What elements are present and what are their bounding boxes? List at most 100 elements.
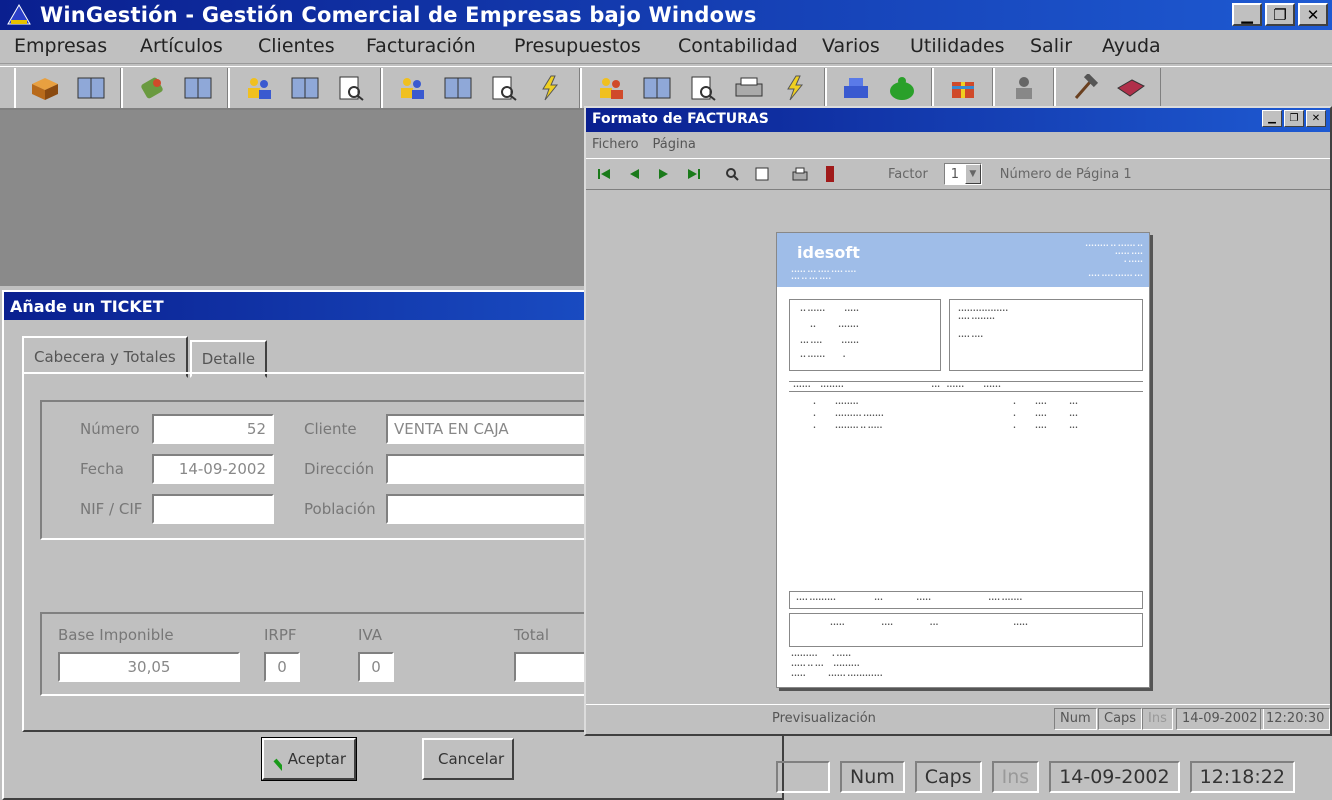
toolbar-wizard-button[interactable] (527, 69, 573, 107)
minimize-icon: ▁ (1241, 5, 1253, 24)
close-icon: ✕ (1311, 113, 1321, 124)
toolbar-book4-button[interactable] (435, 69, 481, 107)
page-icon (755, 167, 769, 181)
last-page-button[interactable] (682, 162, 706, 186)
menu-ayuda[interactable]: Ayuda (1102, 35, 1161, 57)
print-preview-button[interactable] (788, 162, 812, 186)
menu-presupuestos[interactable]: Presupuestos (514, 35, 641, 57)
menu-salir[interactable]: Salir (1030, 35, 1072, 57)
preview-menu-pagina[interactable]: Página (653, 137, 696, 153)
first-page-button[interactable] (592, 162, 616, 186)
toolbar-preview3-button[interactable] (680, 69, 726, 107)
cancel-button[interactable]: Cancelar (422, 738, 514, 780)
menu-facturacion[interactable]: Facturación (366, 35, 476, 57)
prev-page-button[interactable] (622, 162, 646, 186)
toolbar-utilidades-button[interactable] (1001, 69, 1047, 107)
status-date: 14-09-2002 (1049, 761, 1180, 793)
numero-field[interactable]: 52 (152, 414, 274, 444)
toolbar-wizard2-button[interactable] (772, 69, 818, 107)
invoice-totals-header: •••• ••••••••• ••• ••••• •••• ••••••• (789, 591, 1143, 609)
cash-register-icon (844, 77, 868, 98)
close-button[interactable]: ✕ (1298, 3, 1328, 26)
lightning-icon (787, 75, 804, 100)
status-empty-panel (776, 761, 830, 793)
toolbar-print-button[interactable] (726, 69, 772, 107)
numero-label: Número (80, 420, 140, 438)
hammer-icon (1074, 73, 1099, 99)
book-icon (444, 77, 472, 98)
preview-status-caps: Caps (1098, 708, 1143, 730)
iva-label: IVA (358, 626, 382, 644)
menu-empresas[interactable]: Empresas (14, 35, 107, 57)
book-icon (184, 77, 212, 98)
fecha-field[interactable]: 14-09-2002 (152, 454, 274, 484)
menu-articulos[interactable]: Artículos (140, 35, 223, 57)
window-title: WinGestión - Gestión Comercial de Empres… (40, 3, 757, 27)
page-view-button[interactable] (750, 162, 774, 186)
preview-title: Formato de FACTURAS (592, 111, 769, 127)
restore-button[interactable]: ❐ (1265, 3, 1295, 26)
base-imponible-label: Base Imponible (58, 626, 174, 644)
magnifier-icon (726, 168, 739, 181)
next-page-icon (659, 169, 668, 179)
toolbar-preview2-button[interactable] (481, 69, 527, 107)
fecha-label: Fecha (80, 460, 124, 478)
invoice-info-box: •• •••••• ••••• •• ••••••• ••• •••• ••••… (789, 299, 941, 371)
last-page-icon (688, 169, 700, 179)
nif-label: NIF / CIF (80, 500, 143, 518)
toolbar-empresa-button[interactable] (22, 69, 68, 107)
status-time: 12:18:22 (1189, 761, 1295, 793)
restore-icon: ❐ (1273, 5, 1287, 24)
base-imponible-field[interactable]: 30,05 (58, 652, 240, 682)
toolbar-articulo-button[interactable] (129, 69, 175, 107)
preview-minimize-button[interactable]: ▁ (1262, 110, 1282, 127)
irpf-label: IRPF (264, 626, 297, 644)
exit-preview-button[interactable] (818, 162, 842, 186)
toolbar-clientes-button[interactable] (236, 69, 282, 107)
status-num: Num (840, 761, 905, 793)
person-icon (1016, 76, 1032, 99)
preview-restore-button[interactable]: ❐ (1284, 110, 1304, 127)
toolbar-book3-button[interactable] (282, 69, 328, 107)
accept-button[interactable]: Aceptar (261, 737, 357, 781)
book-icon (291, 77, 319, 98)
menu-clientes[interactable]: Clientes (258, 35, 335, 57)
toolbar-book5-button[interactable] (634, 69, 680, 107)
cancel-label: Cancelar (438, 750, 505, 768)
toolbar-book-button[interactable] (68, 69, 114, 107)
toolbar-help-button[interactable] (1108, 69, 1154, 107)
irpf-field[interactable]: 0 (264, 652, 300, 682)
toolbar-contabilidad-button[interactable] (833, 69, 879, 107)
poblacion-label: Población (304, 500, 376, 518)
next-page-button[interactable] (652, 162, 676, 186)
toolbar-tools-button[interactable] (1062, 69, 1108, 107)
zoom-button[interactable] (720, 162, 744, 186)
toolbar-facturas-button[interactable] (389, 69, 435, 107)
invoice-page: idesoft ••••• ••• •••• •••• •••• ••• •• … (776, 232, 1150, 688)
minimize-button[interactable]: ▁ (1232, 3, 1262, 26)
invoice-totals-box: ••••• •••• ••• ••••• (789, 613, 1143, 647)
minimize-icon: ▁ (1268, 113, 1276, 124)
preview-toolbar: Factor 1 ▼ Número de Página 1 (586, 158, 1330, 190)
menu-varios[interactable]: Varios (822, 35, 880, 57)
chevron-down-icon[interactable]: ▼ (964, 164, 981, 184)
toolbar-varios-button[interactable] (940, 69, 986, 107)
toolbar-book2-button[interactable] (175, 69, 221, 107)
preview-close-button[interactable]: ✕ (1306, 110, 1326, 127)
magnify-document-icon (691, 76, 716, 101)
iva-field[interactable]: 0 (358, 652, 394, 682)
invoice-preview-window: Formato de FACTURAS ▁ ❐ ✕ Fichero Página… (584, 106, 1332, 736)
toolbar-preview-button[interactable] (328, 69, 374, 107)
nif-field[interactable] (152, 494, 274, 524)
preview-menu-fichero[interactable]: Fichero (592, 137, 639, 153)
toolbar-money-button[interactable] (879, 69, 925, 107)
toolbar-presupuestos-button[interactable] (588, 69, 634, 107)
invoice-client-box: ••••••••••••••••• •••• •••••••• •••• •••… (949, 299, 1143, 371)
menu-contabilidad[interactable]: Contabilidad (678, 35, 798, 57)
people-icon (401, 77, 424, 99)
magnify-document-icon (339, 76, 364, 101)
lightning-icon (542, 75, 559, 100)
menu-bar: Empresas Artículos Clientes Facturación … (0, 30, 1332, 64)
menu-utilidades[interactable]: Utilidades (910, 35, 1005, 57)
zoom-factor-select[interactable]: 1 ▼ (943, 163, 982, 185)
